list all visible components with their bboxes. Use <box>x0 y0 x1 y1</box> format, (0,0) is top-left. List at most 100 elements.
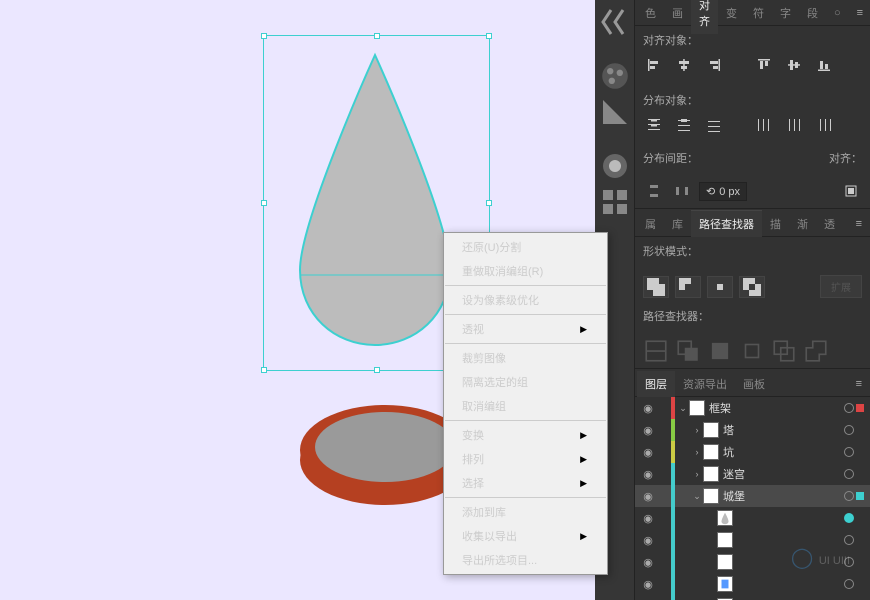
layer-row[interactable]: ◉ <box>635 529 870 551</box>
tab-pathfinder[interactable]: 路径查找器 <box>691 210 762 237</box>
menu-crop[interactable]: 裁剪图像 <box>444 346 607 370</box>
color-guide-icon[interactable] <box>599 96 631 128</box>
exclude-icon[interactable] <box>739 276 765 298</box>
layer-row[interactable]: ◉ › 坑 <box>635 441 870 463</box>
trim-icon[interactable] <box>675 340 701 362</box>
menu-ungroup[interactable]: 取消编组 <box>444 394 607 418</box>
disclosure-icon[interactable]: ⌄ <box>691 491 703 502</box>
align-top-icon[interactable] <box>753 54 775 76</box>
layer-name[interactable]: 塔 <box>723 422 844 438</box>
unite-icon[interactable] <box>643 276 669 298</box>
selection-square[interactable] <box>856 536 864 544</box>
align-vcenter-icon[interactable] <box>783 54 805 76</box>
visibility-icon[interactable]: ◉ <box>639 512 657 525</box>
menu-undo[interactable]: 还原(U)分割 <box>444 235 607 259</box>
selection-square[interactable] <box>856 492 864 500</box>
align-hcenter-icon[interactable] <box>673 54 695 76</box>
layer-row[interactable]: ◉⌄城堡 <box>635 485 870 507</box>
target-icon[interactable] <box>844 447 854 457</box>
visibility-icon[interactable]: ◉ <box>639 424 657 437</box>
tab-transform[interactable]: 变 <box>718 0 745 26</box>
menu-perspective[interactable]: 透视▶ <box>444 317 607 341</box>
layer-row[interactable]: ◉ <box>635 573 870 595</box>
dist-vspace-icon[interactable] <box>643 180 665 202</box>
spacing-input[interactable]: ⟲0 px <box>699 182 747 201</box>
layer-row[interactable]: ◉ <box>635 507 870 529</box>
disclosure-icon[interactable]: › <box>691 469 703 479</box>
menu-isolate[interactable]: 隔离选定的组 <box>444 370 607 394</box>
dist-hspace-icon[interactable] <box>671 180 693 202</box>
tab-more[interactable]: ○ <box>826 2 849 24</box>
target-icon[interactable] <box>844 425 854 435</box>
selection-square[interactable] <box>856 404 864 412</box>
target-icon[interactable] <box>844 557 854 567</box>
panel-menu-icon[interactable]: ≡ <box>849 7 870 19</box>
dist-right-icon[interactable] <box>813 114 835 136</box>
tab-trans[interactable]: 透 <box>816 211 843 237</box>
layer-row[interactable]: ◉ › 塔 <box>635 419 870 441</box>
target-icon[interactable] <box>844 491 854 501</box>
teardrop-shape[interactable] <box>295 50 455 350</box>
panel-menu-icon[interactable]: ≡ <box>848 378 870 390</box>
menu-redo[interactable]: 重做取消编组(R) <box>444 259 607 283</box>
layer-list[interactable]: ◉⌄框架◉›塔◉›坑◉›迷宫◉⌄城堡◉◉◉◉◉ <box>635 397 870 600</box>
handle-ml[interactable] <box>261 200 267 206</box>
layer-name[interactable]: 坑 <box>723 444 844 460</box>
menu-select[interactable]: 选择▶ <box>444 471 607 495</box>
align-bottom-icon[interactable] <box>813 54 835 76</box>
tab-color[interactable]: 色 <box>637 0 664 26</box>
tab-grad[interactable]: 描 <box>762 211 789 237</box>
layer-name[interactable]: 城堡 <box>723 488 844 504</box>
tab-brush[interactable]: 画 <box>664 0 691 26</box>
visibility-icon[interactable]: ◉ <box>639 402 657 415</box>
handle-bl[interactable] <box>261 367 267 373</box>
selection-square[interactable] <box>856 514 864 522</box>
tab-asset-export[interactable]: 资源导出 <box>675 371 735 397</box>
tab-libs[interactable]: 库 <box>664 211 691 237</box>
selection-square[interactable] <box>856 558 864 566</box>
visibility-icon[interactable]: ◉ <box>639 446 657 459</box>
target-icon[interactable] <box>844 535 854 545</box>
visibility-icon[interactable]: ◉ <box>639 556 657 569</box>
minus-front-icon[interactable] <box>675 276 701 298</box>
selection-square[interactable] <box>856 426 864 434</box>
tab-char[interactable]: 符 <box>745 0 772 26</box>
tab-para[interactable]: 字 <box>772 0 799 26</box>
selection-square[interactable] <box>856 448 864 456</box>
minus-back-icon[interactable] <box>803 340 829 362</box>
menu-transform[interactable]: 变换▶ <box>444 423 607 447</box>
tab-opentype[interactable]: 段 <box>799 0 826 26</box>
dist-left-icon[interactable] <box>753 114 775 136</box>
dist-vcenter-icon[interactable] <box>673 114 695 136</box>
color-panel-icon[interactable] <box>599 60 631 92</box>
tab-props[interactable]: 属 <box>637 211 664 237</box>
menu-collect-export[interactable]: 收集以导出▶ <box>444 524 607 548</box>
layer-row[interactable]: ◉ <box>635 551 870 573</box>
expand-dock-icon[interactable] <box>599 6 631 38</box>
target-icon[interactable] <box>844 579 854 589</box>
handle-tc[interactable] <box>374 33 380 39</box>
merge-icon[interactable] <box>707 340 733 362</box>
target-icon[interactable] <box>844 513 854 523</box>
dist-hcenter-icon[interactable] <box>783 114 805 136</box>
selection-square[interactable] <box>856 580 864 588</box>
target-icon[interactable] <box>844 469 854 479</box>
layer-row[interactable]: ◉›迷宫 <box>635 463 870 485</box>
menu-add-library[interactable]: 添加到库 <box>444 500 607 524</box>
menu-export-selection[interactable]: 导出所选项目... <box>444 548 607 572</box>
handle-bc[interactable] <box>374 367 380 373</box>
layer-row[interactable]: ◉ <box>635 595 870 600</box>
dist-bottom-icon[interactable] <box>703 114 725 136</box>
divide-icon[interactable] <box>643 340 669 362</box>
disclosure-icon[interactable]: › <box>691 425 703 435</box>
layer-name[interactable]: 框架 <box>709 400 844 416</box>
intersect-icon[interactable] <box>707 276 733 298</box>
tab-layers[interactable]: 图层 <box>637 371 675 397</box>
tab-swatch[interactable]: 渐 <box>789 211 816 237</box>
gradient-icon[interactable] <box>599 150 631 182</box>
tab-artboards[interactable]: 画板 <box>735 371 773 397</box>
visibility-icon[interactable]: ◉ <box>639 468 657 481</box>
visibility-icon[interactable]: ◉ <box>639 578 657 591</box>
disclosure-icon[interactable]: › <box>691 447 703 457</box>
crop-icon[interactable] <box>739 340 765 362</box>
